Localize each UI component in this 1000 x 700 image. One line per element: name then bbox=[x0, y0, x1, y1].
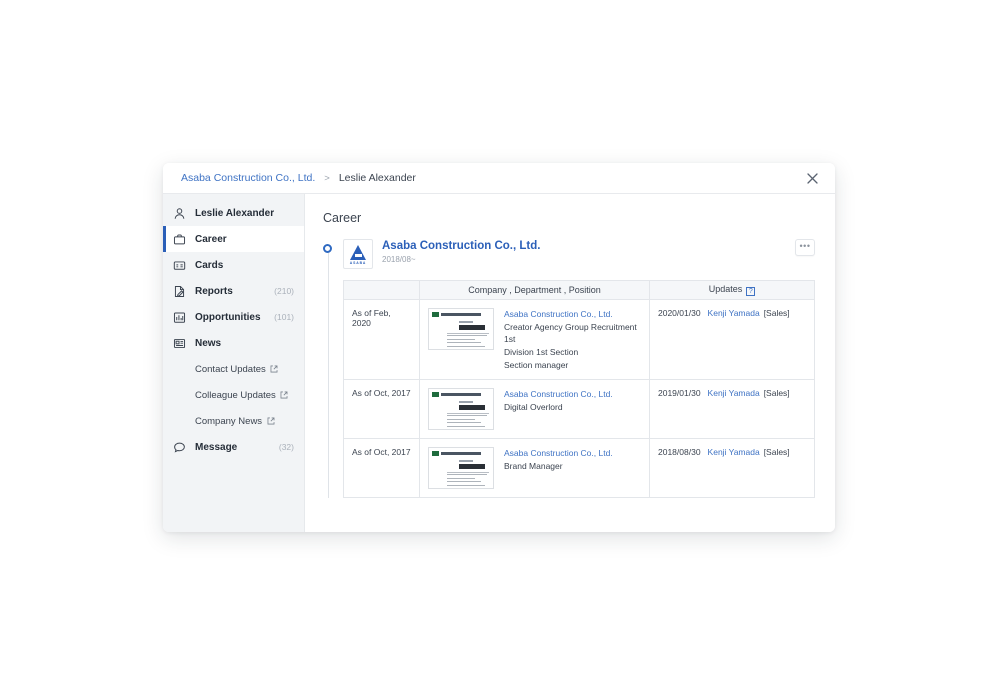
sidebar: Leslie Alexander Career Cards Reports (2… bbox=[163, 194, 305, 532]
sidebar-subitem-label: Contact Updates bbox=[195, 363, 266, 375]
timeline-connector bbox=[327, 248, 329, 498]
company-logo-label: ASABA bbox=[349, 261, 367, 265]
position-line: Digital Overlord bbox=[504, 402, 563, 412]
position-line: Creator Agency Group Recruitment 1st bbox=[504, 322, 637, 344]
sidebar-item-count: (210) bbox=[274, 286, 294, 296]
cell-company-info: Asaba Construction Co., Ltd. Brand Manage… bbox=[419, 438, 650, 498]
sidebar-item-label: Leslie Alexander bbox=[195, 207, 275, 219]
position-line: Brand Manager bbox=[504, 461, 563, 471]
company-logo-icon: ASABA bbox=[343, 239, 373, 269]
cell-updates: 2020/01/30 Kenji Yamada [Sales] bbox=[649, 299, 815, 380]
breadcrumb-current-person: Leslie Alexander bbox=[338, 172, 416, 184]
sidebar-subitem-colleague-updates[interactable]: Colleague Updates bbox=[163, 382, 304, 408]
breadcrumb-separator: > bbox=[324, 172, 330, 184]
cell-company-info: Asaba Construction Co., Ltd. Digital Over… bbox=[419, 379, 650, 439]
update-date: 2018/08/30 bbox=[658, 447, 701, 457]
position-line: Division 1st Section bbox=[504, 347, 579, 357]
external-link-icon bbox=[270, 365, 279, 374]
career-date: As of Oct, 2017 bbox=[352, 388, 411, 398]
career-date: As of Oct, 2017 bbox=[352, 447, 411, 457]
table-body: As of Feb, 2020 Asaba Construction Co., L… bbox=[343, 299, 815, 498]
company-period: 2018/08~ bbox=[382, 255, 416, 264]
cell-date: As of Oct, 2017 bbox=[343, 438, 420, 498]
external-link-icon bbox=[266, 417, 275, 426]
breadcrumb-company-link[interactable]: Asaba Construction Co., Ltd. bbox=[181, 172, 315, 184]
table-row: As of Oct, 2017 Asaba Construction Co., L… bbox=[343, 438, 815, 498]
sidebar-item-label: Career bbox=[195, 233, 227, 245]
report-icon bbox=[172, 284, 187, 299]
sidebar-subitem-contact-updates[interactable]: Contact Updates bbox=[163, 356, 304, 382]
company-link[interactable]: Asaba Construction Co., Ltd. bbox=[504, 447, 613, 459]
sidebar-item-label: News bbox=[195, 337, 222, 349]
business-card-thumbnail[interactable] bbox=[428, 388, 494, 430]
sidebar-item-cards[interactable]: Cards bbox=[163, 252, 304, 278]
help-icon[interactable]: ? bbox=[746, 287, 756, 296]
update-user-link[interactable]: Kenji Yamada bbox=[708, 447, 760, 457]
close-icon[interactable] bbox=[801, 167, 823, 189]
sidebar-subitem-label: Colleague Updates bbox=[195, 389, 276, 401]
sidebar-subitem-company-news[interactable]: Company News bbox=[163, 408, 304, 434]
sidebar-subitem-label: Company News bbox=[195, 415, 263, 427]
sidebar-item-leslie-alexander[interactable]: Leslie Alexander bbox=[163, 200, 304, 226]
timeline-marker-icon bbox=[323, 244, 332, 253]
sidebar-item-count: (101) bbox=[274, 312, 294, 322]
cell-date: As of Feb, 2020 bbox=[343, 299, 420, 380]
cell-company-info: Asaba Construction Co., Ltd. Creator Agen… bbox=[419, 299, 650, 380]
career-table: Company , Department , Position Updates?… bbox=[343, 280, 815, 498]
sidebar-item-label: Cards bbox=[195, 259, 224, 271]
update-date: 2020/01/30 bbox=[658, 308, 701, 318]
modal-body: Leslie Alexander Career Cards Reports (2… bbox=[163, 194, 835, 532]
speech-bubble-icon bbox=[172, 440, 187, 455]
career-entry-header: ASABA Asaba Construction Co., Ltd. 2018/… bbox=[343, 239, 815, 269]
update-date: 2019/01/30 bbox=[658, 388, 701, 398]
business-card-thumbnail[interactable] bbox=[428, 308, 494, 350]
main-content: Career ASABA Asaba Construction Co., Ltd… bbox=[305, 194, 835, 532]
contact-detail-modal: Asaba Construction Co., Ltd. > Leslie Al… bbox=[163, 163, 835, 532]
column-header-updates-label: Updates bbox=[708, 284, 743, 294]
bar-chart-icon bbox=[172, 310, 187, 325]
id-card-icon bbox=[172, 258, 187, 273]
page-title: Career bbox=[323, 211, 362, 225]
update-department: [Sales] bbox=[763, 308, 790, 318]
cell-date: As of Oct, 2017 bbox=[343, 379, 420, 439]
update-user-link[interactable]: Kenji Yamada bbox=[708, 308, 760, 318]
column-header-info: Company , Department , Position bbox=[419, 280, 650, 300]
cell-updates: 2018/08/30 Kenji Yamada [Sales] bbox=[649, 438, 815, 498]
sidebar-item-label: Opportunities bbox=[195, 311, 261, 323]
more-options-button[interactable]: ••• bbox=[795, 239, 815, 256]
cell-updates: 2019/01/30 Kenji Yamada [Sales] bbox=[649, 379, 815, 439]
sidebar-item-count: (32) bbox=[278, 442, 294, 452]
position-line: Section manager bbox=[504, 360, 569, 370]
modal-header: Asaba Construction Co., Ltd. > Leslie Al… bbox=[163, 163, 835, 194]
table-row: As of Oct, 2017 Asaba Construction Co., L… bbox=[343, 379, 815, 439]
column-header-date bbox=[343, 280, 420, 300]
sidebar-item-opportunities[interactable]: Opportunities (101) bbox=[163, 304, 304, 330]
business-card-thumbnail[interactable] bbox=[428, 447, 494, 489]
career-date: As of Feb, 2020 bbox=[352, 308, 391, 328]
update-department: [Sales] bbox=[763, 388, 790, 398]
sidebar-item-message[interactable]: Message (32) bbox=[163, 434, 304, 460]
table-header-row: Company , Department , Position Updates? bbox=[343, 280, 815, 300]
column-header-updates: Updates? bbox=[649, 280, 815, 300]
external-link-icon bbox=[280, 391, 289, 400]
company-link[interactable]: Asaba Construction Co., Ltd. bbox=[504, 388, 613, 400]
person-icon bbox=[172, 206, 187, 221]
update-department: [Sales] bbox=[763, 447, 790, 457]
career-timeline: ASABA Asaba Construction Co., Ltd. 2018/… bbox=[323, 239, 815, 498]
update-user-link[interactable]: Kenji Yamada bbox=[708, 388, 760, 398]
news-icon bbox=[172, 336, 187, 351]
sidebar-item-career[interactable]: Career bbox=[163, 226, 304, 252]
table-row: As of Feb, 2020 Asaba Construction Co., L… bbox=[343, 299, 815, 380]
sidebar-item-reports[interactable]: Reports (210) bbox=[163, 278, 304, 304]
briefcase-icon bbox=[172, 232, 187, 247]
sidebar-item-label: Message bbox=[195, 441, 238, 453]
sidebar-item-label: Reports bbox=[195, 285, 233, 297]
company-link[interactable]: Asaba Construction Co., Ltd. bbox=[504, 308, 641, 320]
sidebar-item-news[interactable]: News bbox=[163, 330, 304, 356]
company-name: Asaba Construction Co., Ltd. bbox=[382, 240, 541, 252]
